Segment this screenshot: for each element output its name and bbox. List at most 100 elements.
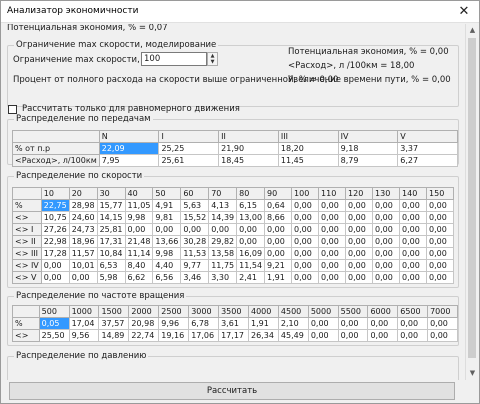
- table-cell[interactable]: 9,21: [264, 259, 293, 272]
- table-cell[interactable]: 8,66: [264, 211, 293, 224]
- table-cell[interactable]: 0,00: [345, 223, 374, 236]
- table-cell[interactable]: 11,57: [68, 247, 98, 260]
- table-cell[interactable]: 0,00: [426, 271, 455, 284]
- table-cell[interactable]: 0,00: [208, 223, 238, 236]
- table-cell[interactable]: 0,00: [426, 199, 455, 212]
- table-cell[interactable]: 0,00: [427, 329, 458, 342]
- table-cell[interactable]: 0,00: [264, 247, 293, 260]
- table-cell[interactable]: 6,53: [96, 259, 126, 272]
- scroll-down-icon[interactable]: ▼: [466, 367, 479, 380]
- table-cell[interactable]: 0,00: [399, 259, 428, 272]
- table-cell[interactable]: 2,41: [236, 271, 266, 284]
- table-cell[interactable]: 0,00: [307, 329, 339, 342]
- table-cell[interactable]: 0,00: [372, 271, 401, 284]
- table-cell[interactable]: 13,66: [152, 235, 182, 248]
- table-cell[interactable]: 9,81: [152, 211, 182, 224]
- table-cell[interactable]: 17,04: [68, 317, 100, 330]
- table-cell[interactable]: 0,64: [264, 199, 293, 212]
- table-cell[interactable]: 6,15: [236, 199, 266, 212]
- table-cell[interactable]: 0,00: [124, 223, 154, 236]
- table-cell[interactable]: 27,26: [40, 223, 70, 236]
- table-cell[interactable]: 0,00: [291, 271, 320, 284]
- table-cell[interactable]: 0,00: [367, 317, 399, 330]
- table-cell[interactable]: 8,40: [124, 259, 154, 272]
- table-cell[interactable]: 0,00: [426, 247, 455, 260]
- table-cell[interactable]: 9,98: [124, 211, 154, 224]
- table-cell[interactable]: 0,00: [318, 259, 347, 272]
- table-cell[interactable]: 0,00: [337, 317, 369, 330]
- table-cell[interactable]: 25,25: [158, 142, 220, 155]
- table-cell[interactable]: 0,00: [426, 235, 455, 248]
- table-cell[interactable]: 10,84: [96, 247, 126, 260]
- table-cell[interactable]: 24,60: [68, 211, 98, 224]
- vertical-scrollbar[interactable]: ▲ ▼: [465, 24, 478, 380]
- table-cell[interactable]: 17,17: [218, 329, 249, 342]
- table-cell[interactable]: 45,49: [277, 329, 309, 342]
- table-cell[interactable]: 8,79: [337, 154, 399, 167]
- table-cell[interactable]: 0,00: [68, 271, 98, 284]
- table-cell[interactable]: 22,98: [40, 235, 70, 248]
- table-cell[interactable]: 0,00: [345, 247, 374, 260]
- table-cell[interactable]: 5,98: [96, 271, 126, 284]
- table-cell[interactable]: 6,62: [124, 271, 154, 284]
- table-cell[interactable]: 0,00: [372, 247, 401, 260]
- table-cell[interactable]: 0,00: [264, 223, 293, 236]
- table-cell[interactable]: 15,77: [96, 199, 126, 212]
- table-cell[interactable]: 0,00: [318, 223, 347, 236]
- table-cell[interactable]: 13,00: [236, 211, 266, 224]
- table-cell[interactable]: 0,00: [399, 199, 428, 212]
- table-cell[interactable]: 0,00: [397, 329, 429, 342]
- table-cell[interactable]: 3,37: [397, 142, 458, 155]
- table-cell[interactable]: 0,00: [236, 235, 266, 248]
- table-cell[interactable]: 18,20: [277, 142, 339, 155]
- table-cell[interactable]: 16,09: [236, 247, 266, 260]
- table-cell[interactable]: 20,98: [128, 317, 160, 330]
- table-cell[interactable]: 25,61: [158, 154, 220, 167]
- table-cell[interactable]: 21,48: [124, 235, 154, 248]
- table-cell[interactable]: 0,00: [307, 317, 339, 330]
- table-cell[interactable]: 15,52: [180, 211, 210, 224]
- table-cell[interactable]: 11,45: [277, 154, 339, 167]
- table-cell[interactable]: 0,00: [399, 211, 428, 224]
- speed-limit-input[interactable]: 100: [141, 52, 207, 66]
- table-cell[interactable]: 0,00: [372, 211, 401, 224]
- table-cell[interactable]: 5,63: [180, 199, 210, 212]
- table-cell[interactable]: 0,00: [180, 223, 210, 236]
- table-cell[interactable]: 9,56: [68, 329, 100, 342]
- table-cell[interactable]: 17,31: [96, 235, 126, 248]
- table-cell[interactable]: 0,00: [291, 199, 320, 212]
- table-cell[interactable]: 0,00: [397, 317, 429, 330]
- close-icon[interactable]: ✕: [455, 3, 473, 21]
- spin-down-icon[interactable]: ▼: [208, 59, 217, 65]
- table-cell[interactable]: 14,15: [96, 211, 126, 224]
- speed-limit-spinner[interactable]: ▲ ▼: [207, 52, 218, 66]
- table-cell[interactable]: 17,28: [40, 247, 70, 260]
- table-cell[interactable]: 22,74: [128, 329, 160, 342]
- table-cell[interactable]: 17,06: [188, 329, 220, 342]
- table-cell[interactable]: 0,00: [291, 223, 320, 236]
- table-cell[interactable]: 2,10: [277, 317, 309, 330]
- table-cell[interactable]: 6,78: [188, 317, 220, 330]
- table-cell[interactable]: 26,34: [248, 329, 279, 342]
- table-cell[interactable]: 11,54: [236, 259, 266, 272]
- table-cell[interactable]: 19,16: [158, 329, 190, 342]
- table-cell[interactable]: 0,00: [40, 271, 70, 284]
- table-cell[interactable]: 0,00: [399, 271, 428, 284]
- table-cell[interactable]: 0,00: [318, 271, 347, 284]
- table-cell[interactable]: 0,00: [367, 329, 399, 342]
- table-cell[interactable]: 6,27: [397, 154, 458, 167]
- table-cell[interactable]: 0,00: [40, 259, 70, 272]
- table-cell[interactable]: 0,00: [318, 211, 347, 224]
- table-cell[interactable]: 9,77: [180, 259, 210, 272]
- table-cell[interactable]: 9,98: [152, 247, 182, 260]
- table-cell[interactable]: 3,61: [218, 317, 249, 330]
- table-cell[interactable]: 11,53: [180, 247, 210, 260]
- table-cell[interactable]: 37,57: [98, 317, 130, 330]
- table-cell[interactable]: 1,91: [264, 271, 293, 284]
- scroll-up-icon[interactable]: ▲: [466, 24, 479, 37]
- table-cell[interactable]: 28,98: [68, 199, 98, 212]
- table-cell[interactable]: 0,00: [399, 223, 428, 236]
- table-cell[interactable]: 18,45: [218, 154, 279, 167]
- table-cell[interactable]: 0,00: [399, 235, 428, 248]
- table-cell[interactable]: 0,00: [399, 247, 428, 260]
